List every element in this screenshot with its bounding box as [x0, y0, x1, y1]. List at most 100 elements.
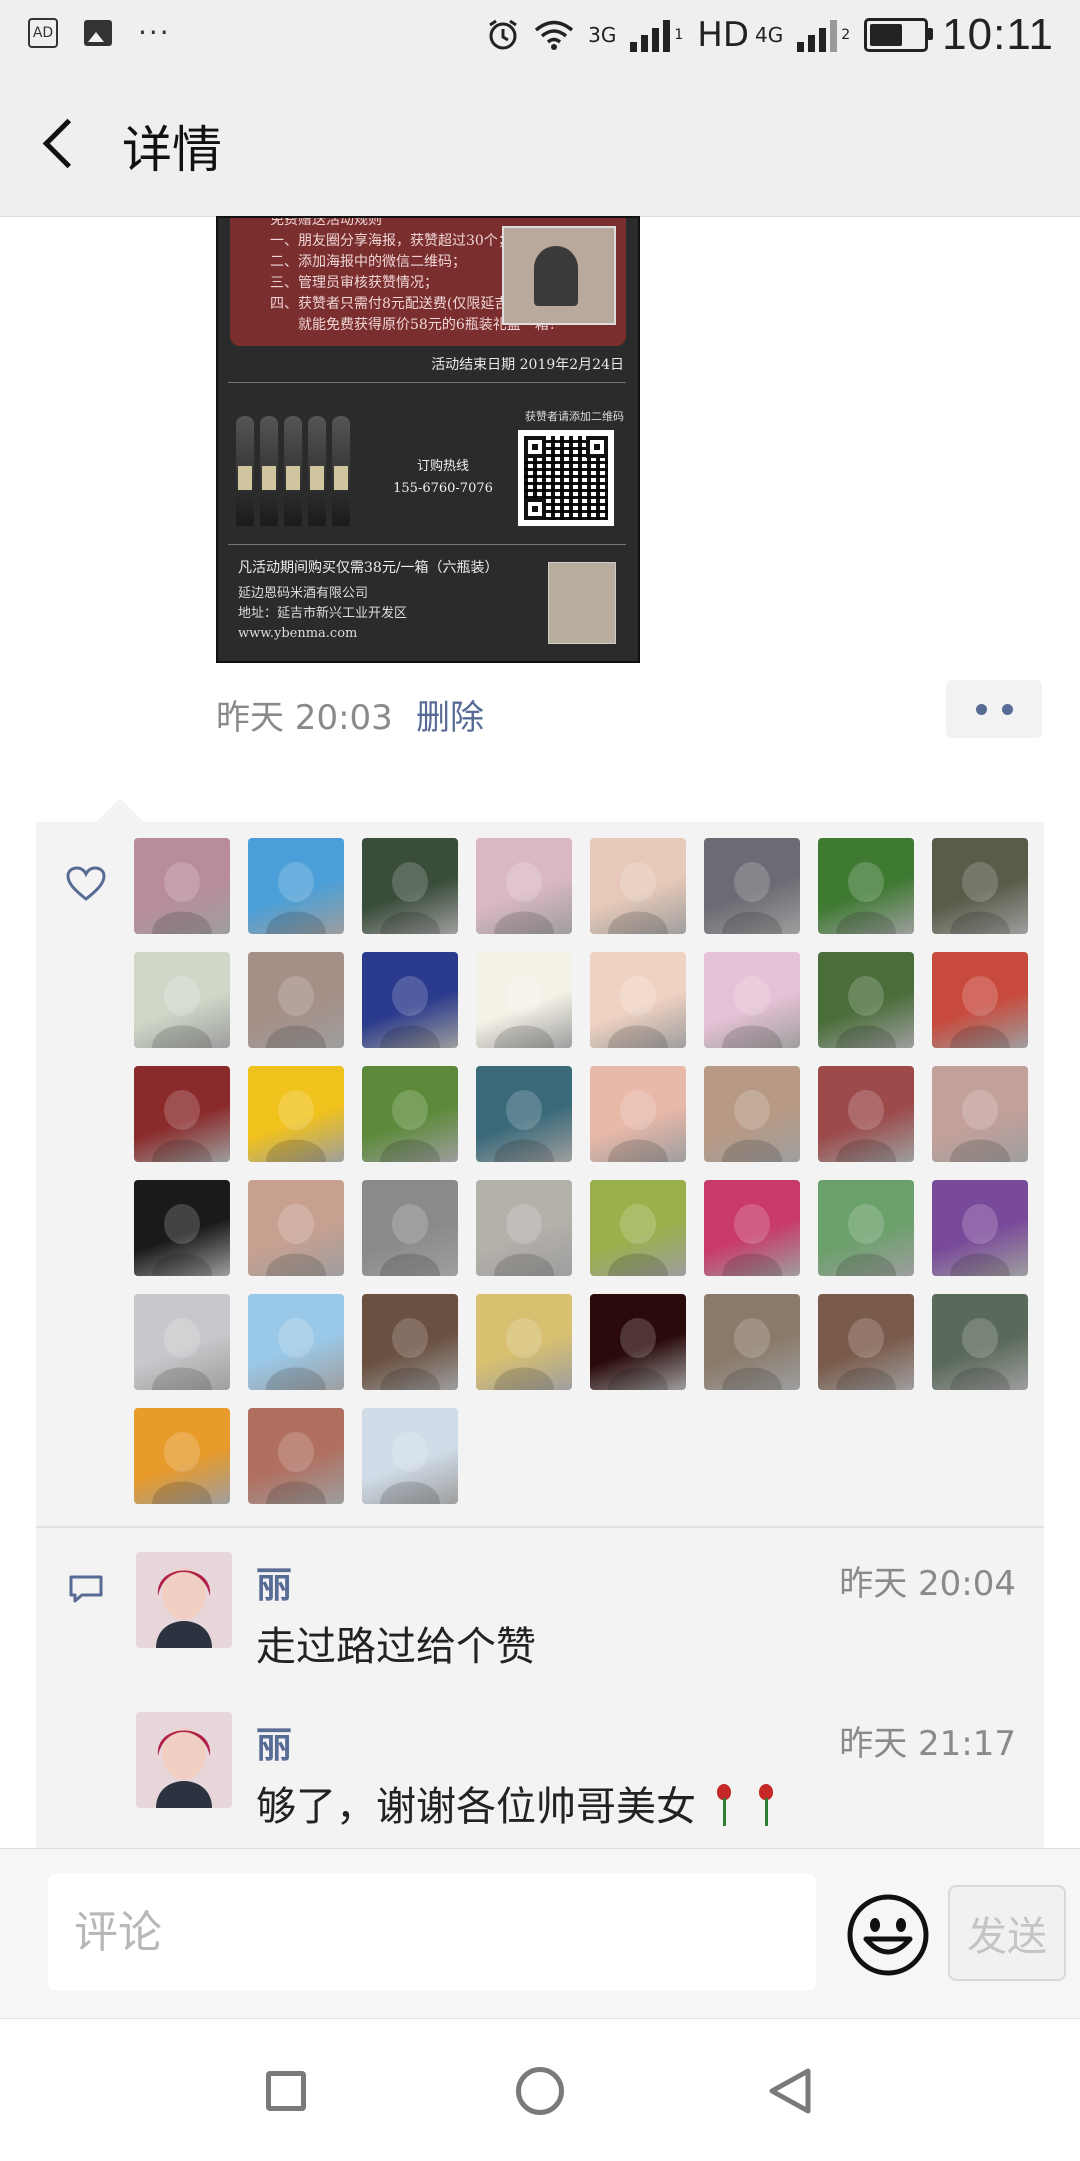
liker-avatar[interactable]: [362, 1180, 458, 1276]
liker-avatar[interactable]: [590, 1294, 686, 1390]
liker-avatar[interactable]: [134, 1180, 230, 1276]
liker-avatar[interactable]: [932, 1180, 1028, 1276]
liker-avatar[interactable]: [932, 1294, 1028, 1390]
liker-avatar[interactable]: [362, 1066, 458, 1162]
commenter-name[interactable]: 丽: [256, 1556, 292, 1608]
liker-avatar[interactable]: [590, 1066, 686, 1162]
poster-website: www.ybenma.com: [238, 626, 358, 641]
commenter-avatar[interactable]: [136, 1712, 232, 1808]
liker-avatar[interactable]: [818, 1066, 914, 1162]
signal-2-icon: [797, 18, 838, 52]
send-button[interactable]: 发送: [948, 1885, 1066, 1981]
delete-button[interactable]: 删除: [416, 690, 484, 739]
liker-avatar[interactable]: [248, 838, 344, 934]
gift-box-image: [502, 226, 616, 325]
liker-avatar[interactable]: [362, 1408, 458, 1504]
liker-avatar[interactable]: [362, 1294, 458, 1390]
poster-hotline: 订购热线 155-6760-7076: [368, 456, 518, 500]
home-icon[interactable]: [516, 2067, 564, 2115]
liker-avatar[interactable]: [818, 952, 914, 1048]
poster-rules: 免费赠送活动规则 一、朋友圈分享海报，获赞超过30个； 二、添加海报中的微信二维…: [270, 218, 570, 336]
interaction-panel: 丽 昨天 20:04 走过路过给个赞 丽 昨天 21:17 够了，谢谢各位帅哥美…: [36, 798, 1044, 1848]
hd-label: HD: [697, 15, 749, 55]
liker-avatar[interactable]: [590, 1180, 686, 1276]
back-triangle-icon[interactable]: [764, 2065, 814, 2117]
liker-avatar[interactable]: [134, 952, 230, 1048]
liker-avatar[interactable]: [248, 952, 344, 1048]
liker-avatar[interactable]: [248, 1408, 344, 1504]
liker-avatar[interactable]: [932, 1066, 1028, 1162]
poster-end-date: 活动结束日期 2019年2月24日: [431, 357, 624, 373]
commenter-avatar[interactable]: [136, 1552, 232, 1648]
bottles-image: [236, 406, 356, 526]
system-navigation-bar: [0, 2018, 1080, 2161]
liker-avatar[interactable]: [590, 838, 686, 934]
network-4g-label: 4G: [755, 23, 784, 47]
liker-avatar[interactable]: [704, 838, 800, 934]
emoji-smile-icon[interactable]: [846, 1893, 930, 1977]
liker-avatar[interactable]: [362, 952, 458, 1048]
liker-avatar[interactable]: [248, 1066, 344, 1162]
status-bar: AD ··· 3G 1 HD 4G 2 10:11: [0, 0, 1080, 72]
liker-avatar[interactable]: [818, 1294, 914, 1390]
sim-2-label: 2: [841, 27, 851, 43]
qr-caption: 获赞者请添加二维码: [525, 410, 624, 423]
liker-avatar[interactable]: [704, 1180, 800, 1276]
poster-rules-panel: 免费赠送活动规则 一、朋友圈分享海报，获赞超过30个； 二、添加海报中的微信二维…: [230, 218, 626, 346]
comment-input[interactable]: [48, 1873, 816, 1991]
liker-avatar[interactable]: [704, 952, 800, 1048]
section-divider: [36, 1526, 1044, 1528]
liker-avatar[interactable]: [932, 838, 1028, 934]
poster-rule-line: 一、朋友圈分享海报，获赞超过30个；: [270, 233, 512, 249]
page-title: 详情: [122, 121, 222, 179]
image-icon: [84, 20, 112, 46]
liker-avatar[interactable]: [134, 1294, 230, 1390]
comment-time: 昨天 21:17: [839, 1724, 1016, 1764]
post-image[interactable]: 免费赠送活动规则 一、朋友圈分享海报，获赞超过30个； 二、添加海报中的微信二维…: [216, 216, 640, 663]
hotline-number: 155-6760-7076: [393, 481, 493, 496]
liker-avatar[interactable]: [248, 1180, 344, 1276]
network-3g-label: 3G: [588, 23, 617, 47]
poster-divider: [228, 382, 626, 383]
comment-time: 昨天 20:04: [839, 1564, 1016, 1604]
recent-apps-icon[interactable]: [266, 2071, 306, 2111]
alarm-icon: [489, 19, 517, 50]
comment-text-content: 够了，谢谢各位帅哥美女: [256, 1784, 696, 1830]
liker-avatar[interactable]: [704, 1294, 800, 1390]
liker-avatar[interactable]: [818, 838, 914, 934]
qr-code-icon: [518, 430, 614, 526]
poster-rule-line: 三、管理员审核获赞情况；: [270, 275, 438, 291]
comment-item[interactable]: 丽 昨天 20:04 走过路过给个赞: [136, 1552, 1016, 1692]
poster-address: 地址：延吉市新兴工业开发区: [238, 606, 408, 621]
ad-icon: AD: [28, 18, 58, 48]
battery-level: [870, 24, 903, 46]
comment-icon: [69, 1575, 103, 1603]
battery-icon: [864, 18, 934, 52]
liker-avatar[interactable]: [818, 1180, 914, 1276]
more-actions-button[interactable]: [946, 680, 1042, 738]
rose-emoji-icon: [708, 1784, 738, 1828]
heart-icon: [66, 866, 106, 901]
sim-1-label: 1: [674, 27, 684, 43]
liker-avatar[interactable]: [134, 1066, 230, 1162]
liker-avatar[interactable]: [476, 1066, 572, 1162]
dot-icon: [976, 704, 987, 715]
product-box-image: [548, 562, 616, 644]
commenter-name[interactable]: 丽: [256, 1716, 292, 1768]
more-dots-icon: ···: [138, 16, 171, 49]
liker-avatar[interactable]: [476, 952, 572, 1048]
liker-avatar[interactable]: [476, 1180, 572, 1276]
back-arrow-icon[interactable]: [32, 112, 92, 176]
liker-avatar[interactable]: [932, 952, 1028, 1048]
liker-avatar[interactable]: [590, 952, 686, 1048]
liker-avatar[interactable]: [476, 1294, 572, 1390]
liker-avatar[interactable]: [134, 1408, 230, 1504]
liker-avatar[interactable]: [704, 1066, 800, 1162]
liker-avatar[interactable]: [134, 838, 230, 934]
liker-avatar[interactable]: [248, 1294, 344, 1390]
comment-item[interactable]: 丽 昨天 21:17 够了，谢谢各位帅哥美女: [136, 1712, 1016, 1852]
poster-footer: 凡活动期间购买仅需38元/一箱（六瓶装） 延边恩码米酒有限公司 地址：延吉市新兴…: [238, 558, 499, 644]
liker-avatar[interactable]: [476, 838, 572, 934]
liker-avatar[interactable]: [362, 838, 458, 934]
signal-1-icon: [630, 18, 671, 52]
